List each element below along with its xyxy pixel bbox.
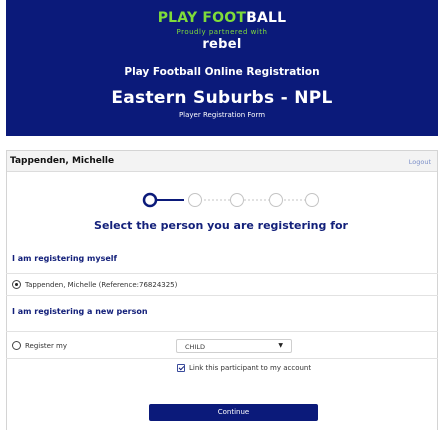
brand-play-text: PLAY FOOT — [157, 10, 247, 26]
myself-option-label: Tappenden, Michelle (Reference:76824325) — [25, 281, 178, 289]
step-3 — [230, 193, 244, 207]
partner-tagline: Proudly partnered with — [176, 28, 268, 36]
rebel-logo: rebel — [202, 37, 242, 52]
online-registration-title: Play Football Online Registration — [124, 66, 320, 78]
step-2 — [188, 193, 202, 207]
myself-heading: I am registering myself — [12, 254, 117, 263]
register-my-label: Register my — [25, 342, 68, 350]
myself-radio[interactable] — [12, 280, 21, 289]
brand-ball-text: BALL — [246, 10, 287, 26]
account-user-name: Tappenden, Michelle — [10, 156, 115, 166]
dropdown-arrow-icon: ▼ — [278, 342, 283, 349]
account-header: Tappenden, Michelle Logout — [7, 151, 437, 172]
step-4 — [269, 193, 283, 207]
divider — [6, 358, 438, 359]
play-football-logo: PLAY FOOTBALL — [6, 10, 438, 26]
logout-link[interactable]: Logout — [409, 158, 431, 166]
club-title: Eastern Suburbs - NPL — [111, 88, 333, 108]
divider — [6, 273, 438, 274]
registration-card: Tappenden, Michelle Logout — [6, 150, 438, 430]
divider — [6, 331, 438, 332]
form-subtitle: Player Registration Form — [178, 111, 266, 119]
step-1-current — [142, 192, 158, 208]
step-5 — [305, 193, 319, 207]
header-banner: PLAY FOOTBALL Proudly partnered with reb… — [6, 0, 438, 136]
divider — [6, 295, 438, 296]
relationship-select-value: CHILD — [185, 343, 205, 351]
continue-button[interactable]: Continue — [149, 404, 318, 421]
section-title: Select the person you are registering fo… — [94, 219, 348, 232]
relationship-select[interactable]: CHILD ▼ — [176, 339, 292, 353]
register-my-radio[interactable] — [12, 341, 21, 350]
new-person-heading: I am registering a new person — [12, 307, 148, 316]
link-participant-checkbox[interactable] — [177, 364, 185, 372]
link-participant-label: Link this participant to my account — [189, 364, 312, 372]
